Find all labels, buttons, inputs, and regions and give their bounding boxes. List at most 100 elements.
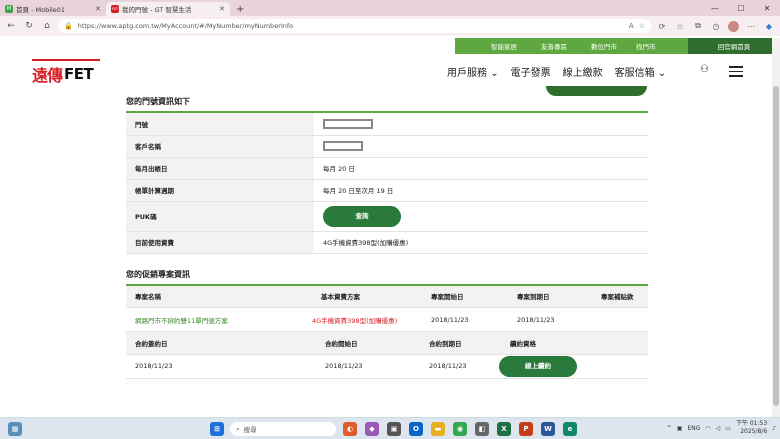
table-header-row: 合約簽約日 合約開始日 合約到期日 續約資格 (126, 332, 648, 354)
app-tray-icon[interactable]: ▣ (677, 425, 683, 432)
start-date: 2018/11/23 (431, 315, 469, 324)
main-content: 您的門號資訊如下 門號 客戶名稱 每月出帳日 每月 20 日 帳單計算週期 每月… (126, 90, 648, 379)
table-row: 帳單計算週期 每月 20 日至次月 19 日 (126, 179, 648, 202)
base-plan: 4G手機資費398型(加購優惠) (312, 316, 398, 325)
close-tab-icon[interactable]: ✕ (219, 5, 225, 13)
window-controls: — ☐ ✕ (702, 0, 780, 16)
col-renew-eligibility: 續約資格 (490, 332, 648, 354)
favorites-icon[interactable]: ☆ (673, 19, 687, 33)
clock-date: 2025/8/6 (740, 428, 768, 435)
col-start-date: 專案開始日 (422, 285, 508, 308)
value-billing-cycle: 每月 20 日至次月 19 日 (314, 179, 648, 202)
nav-label: 客服信箱 (614, 68, 655, 79)
number-info-title: 您的門號資訊如下 (126, 90, 648, 113)
outlook-icon[interactable]: O (409, 422, 423, 436)
app-icon[interactable]: ◧ (475, 422, 489, 436)
profile-avatar[interactable] (728, 20, 739, 32)
redacted-name (323, 141, 363, 151)
back-icon[interactable]: ← (4, 19, 18, 33)
chrome-icon[interactable]: ◉ (453, 422, 467, 436)
url-field[interactable]: 🔒 https://www.aptg.com.tw/MyAccount/#/My… (58, 19, 651, 33)
clock[interactable]: 下午 01:53 2025/8/6 (736, 420, 767, 436)
widgets-icon[interactable]: ▦ (8, 422, 22, 436)
notification-bell-icon[interactable]: ♪ (772, 425, 776, 432)
extensions-icon[interactable]: ⟳ (655, 19, 669, 33)
value-number (314, 113, 648, 136)
scrollbar-thumb[interactable] (773, 86, 779, 406)
table-header-row: 專案名稱 基本資費方案 專案開始日 專案到期日 專案補貼款 (126, 285, 648, 308)
logo-cn: 遠傳 (32, 66, 63, 85)
table-row: 網路門市不綁約雙11單門號方案 4G手機資費398型(加購優惠) 2018/11… (126, 308, 648, 332)
close-tab-icon[interactable]: ✕ (95, 5, 101, 13)
member-icon[interactable]: ⚇ (700, 64, 712, 76)
nav-user-service[interactable]: 用戶服務 ⌄ (447, 64, 499, 79)
volume-icon[interactable]: ◁ (716, 425, 721, 432)
battery-icon[interactable]: ▭ (725, 425, 731, 432)
label-customer-name: 客戶名稱 (126, 135, 314, 158)
promo-table: 專案名稱 基本資費方案 專案開始日 專案到期日 專案補貼款 網路門市不綁約雙11… (126, 285, 648, 333)
fet-logo[interactable]: 遠傳 FET (32, 59, 100, 86)
top-link-friendly[interactable]: 友善專區 (541, 38, 567, 54)
taskview-icon[interactable]: ▣ (387, 422, 401, 436)
favorite-star-icon[interactable]: ☆ (639, 22, 645, 30)
language-indicator[interactable]: ENG (687, 425, 700, 432)
end-date: 2018/11/23 (517, 315, 555, 324)
hamburger-menu-icon[interactable] (729, 66, 743, 80)
label-billing-day: 每月出帳日 (126, 157, 314, 180)
read-aloud-icon[interactable]: A (629, 22, 634, 30)
promo-section: 您的促銷專案資訊 專案名稱 基本資費方案 專案開始日 專案到期日 專案補貼款 網… (126, 263, 648, 379)
history-icon[interactable]: ◷ (709, 19, 723, 33)
word-icon[interactable]: W (541, 422, 555, 436)
page-scrollbar[interactable] (772, 38, 780, 417)
excel-icon[interactable]: X (497, 422, 511, 436)
app-icon[interactable]: ◐ (343, 422, 357, 436)
nav-online-payment[interactable]: 線上繳款 (563, 64, 603, 79)
edge-icon[interactable]: e (563, 422, 577, 436)
renew-cell: 線上續約 (490, 354, 648, 378)
new-tab-button[interactable]: + (230, 2, 250, 16)
top-link-find-store[interactable]: 找門市 (636, 38, 656, 54)
top-link-smart-home[interactable]: 智能家居 (491, 38, 517, 54)
chevron-up-icon[interactable]: ^ (667, 425, 672, 432)
powerpoint-icon[interactable]: P (519, 422, 533, 436)
contract-sign-date: 2018/11/23 (135, 362, 173, 370)
project-name: 網路門市不綁約雙11單門號方案 (135, 316, 228, 325)
value-current-plan: 4G手機資費398型(加購優惠) (314, 231, 648, 254)
col-end-date: 專案到期日 (508, 285, 592, 308)
table-row: PUK碼 查詢 (126, 201, 648, 232)
home-icon[interactable]: ⌂ (40, 19, 54, 33)
address-toolbar: ← ↻ ⌂ 🔒 https://www.aptg.com.tw/MyAccoun… (0, 16, 780, 36)
copilot-icon[interactable]: ◆ (762, 19, 776, 33)
wifi-icon[interactable]: ◠ (705, 425, 710, 432)
search-icon: ⌕ (236, 424, 240, 433)
minimize-icon[interactable]: — (702, 0, 728, 16)
table-row: 2018/11/23 2018/11/23 2018/11/23 線上續約 (126, 354, 648, 378)
nav-service-mail[interactable]: 客服信箱 ⌄ (615, 64, 667, 79)
online-renew-button[interactable]: 線上續約 (499, 355, 577, 377)
copilot-taskbar-icon[interactable]: ◆ (365, 422, 379, 436)
close-window-icon[interactable]: ✕ (754, 0, 780, 16)
promo-title: 您的促銷專案資訊 (126, 263, 648, 286)
mobile01-favicon-icon: M (5, 5, 13, 13)
more-menu-icon[interactable]: ⋯ (744, 19, 758, 33)
tab-mobile01[interactable]: M 首頁 - Mobile01 ✕ (0, 2, 106, 16)
nav-e-invoice[interactable]: 電子發票 (511, 64, 551, 79)
search-placeholder: 搜尋 (243, 426, 257, 434)
tab-my-number[interactable]: FET 我的門號 - GT 智慧生活 ✕ (106, 2, 230, 16)
windows-start-icon[interactable]: ⊞ (210, 422, 224, 436)
maximize-icon[interactable]: ☐ (728, 0, 754, 16)
chevron-down-icon: ⌄ (657, 68, 667, 79)
top-link-digital-store[interactable]: 數位門市 (591, 38, 617, 54)
lock-icon: 🔒 (64, 22, 73, 30)
label-billing-cycle: 帳單計算週期 (126, 179, 314, 202)
table-row: 門號 (126, 113, 648, 136)
file-explorer-icon[interactable]: ▬ (431, 422, 445, 436)
label-puk: PUK碼 (126, 201, 314, 232)
puk-query-button[interactable]: 查詢 (323, 205, 401, 227)
home-link-button[interactable]: 回官網首頁 (688, 38, 780, 54)
refresh-icon[interactable]: ↻ (22, 19, 36, 33)
table-row: 每月出帳日 每月 20 日 (126, 157, 648, 180)
taskbar-search[interactable]: ⌕ 搜尋 (230, 422, 336, 436)
col-contract-start: 合約開始日 (316, 332, 420, 354)
collections-icon[interactable]: ⧉ (691, 19, 705, 33)
